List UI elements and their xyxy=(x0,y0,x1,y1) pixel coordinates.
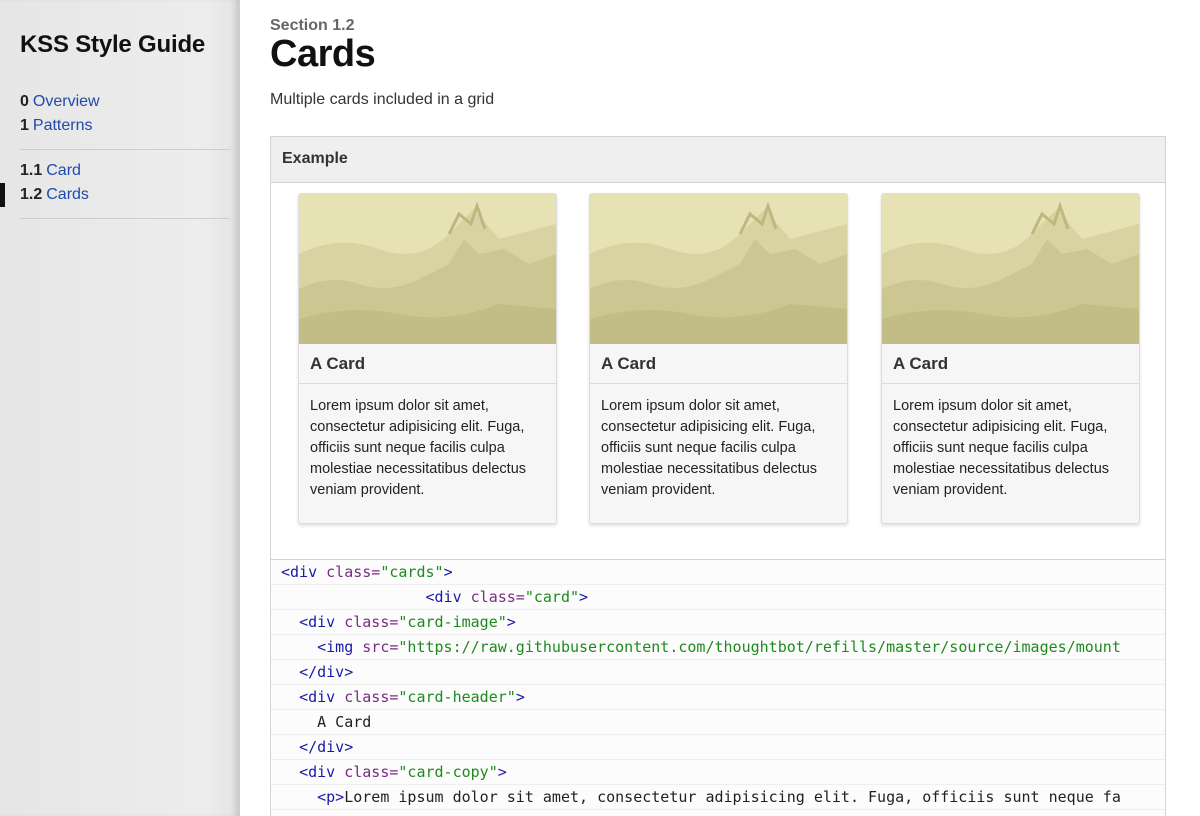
code-token-tag: <p> xyxy=(317,788,345,806)
code-token-tag: > xyxy=(497,763,507,781)
code-token-tag: > xyxy=(515,688,525,706)
nav-link-card[interactable]: Card xyxy=(46,162,81,179)
nav-item-number: 0 xyxy=(20,93,29,110)
code-token-tag: > xyxy=(443,563,453,581)
nav-item-patterns[interactable]: 1 Patterns xyxy=(20,116,230,140)
code-token-str: "card-header" xyxy=(398,688,516,706)
code-token-str: "card-copy" xyxy=(398,763,498,781)
code-line: A Card xyxy=(271,710,1165,735)
card: A Card Lorem ipsum dolor sit amet, conse… xyxy=(298,193,557,524)
section-description: Multiple cards included in a grid xyxy=(270,91,495,108)
card-image xyxy=(882,194,1139,344)
example-panel: Example A Card Lorem ipsum dolor sit ame xyxy=(270,136,1166,560)
card-header: A Card xyxy=(299,344,556,384)
code-token-attr: class= xyxy=(344,688,399,706)
brand-title[interactable]: KSS Style Guide xyxy=(20,31,205,59)
code-line: <div class="card-image"> xyxy=(271,610,1165,635)
code-line: <div class="card-copy"> xyxy=(271,760,1165,785)
code-token-str: "card" xyxy=(524,588,580,606)
nav-item-card[interactable]: 1.1 Card xyxy=(20,161,230,185)
sidebar: KSS Style Guide 0 Overview 1 Patterns 1.1 C… xyxy=(0,0,240,816)
code-token-tag: <div xyxy=(281,563,327,581)
code-token-tag: <div xyxy=(425,588,471,606)
code-token-tag: > xyxy=(579,588,589,606)
code-token-text: Lorem ipsum dolor sit amet, consectetur … xyxy=(344,788,1121,806)
code-sample[interactable]: <div class="cards"> <div class="card"> <… xyxy=(270,559,1166,816)
nav-divider xyxy=(20,218,230,219)
nav-item-cards[interactable]: 1.2 Cards xyxy=(0,183,230,209)
nav-sub-level: 1.1 Card 1.2 Cards xyxy=(0,161,230,209)
nav-link-overview[interactable]: Overview xyxy=(33,93,100,110)
card-copy: Lorem ipsum dolor sit amet, consectetur … xyxy=(601,398,818,498)
code-token-str: "cards" xyxy=(380,563,444,581)
nav-item-number: 1.1 xyxy=(20,162,43,179)
code-token-attr: src= xyxy=(362,638,399,656)
card-image xyxy=(299,194,556,344)
code-line: <div class="cards"> xyxy=(271,560,1165,585)
main-content: Section 1.2 Cards Multiple cards include… xyxy=(270,0,1200,816)
card-image xyxy=(590,194,847,344)
code-token-tag: <img xyxy=(317,638,363,656)
code-token-attr: class= xyxy=(344,763,399,781)
mountain-landscape-image xyxy=(882,194,1139,344)
code-token-str: "https://raw.githubusercontent.com/thoug… xyxy=(398,638,1121,656)
card: A Card Lorem ipsum dolor sit amet, conse… xyxy=(881,193,1140,524)
card-copy: Lorem ipsum dolor sit amet, consectetur … xyxy=(310,398,527,498)
example-header: Example xyxy=(271,137,1165,183)
nav-link-patterns[interactable]: Patterns xyxy=(33,117,93,134)
code-line: <div class="card-header"> xyxy=(271,685,1165,710)
code-token-str: "card-image" xyxy=(398,613,507,631)
styleguide-app: KSS Style Guide 0 Overview 1 Patterns 1.1 C… xyxy=(0,0,1200,816)
code-token-tag: <div xyxy=(299,763,345,781)
code-token-attr: class= xyxy=(326,563,381,581)
page-title: Cards xyxy=(270,33,376,75)
card-header: A Card xyxy=(882,344,1139,384)
nav-divider xyxy=(20,149,230,150)
card-header: A Card xyxy=(590,344,847,384)
card-copy: Lorem ipsum dolor sit amet, consectetur … xyxy=(893,398,1110,498)
code-token-tag: </div> xyxy=(299,738,354,756)
active-nav-marker xyxy=(0,183,5,207)
code-line: </div> xyxy=(271,660,1165,685)
code-line: </div> xyxy=(271,735,1165,760)
mountain-landscape-image xyxy=(299,194,556,344)
code-token-text: A Card xyxy=(317,713,372,731)
nav-item-number: 1.2 xyxy=(20,186,43,203)
mountain-landscape-image xyxy=(590,194,847,344)
nav-top-level: 0 Overview 1 Patterns xyxy=(20,92,230,140)
cards-grid: A Card Lorem ipsum dolor sit amet, conse… xyxy=(271,182,1167,562)
code-token-tag: </div> xyxy=(299,663,354,681)
code-token-tag: <div xyxy=(299,688,345,706)
code-token-tag: <div xyxy=(299,613,345,631)
code-token-tag: > xyxy=(506,613,516,631)
code-token-attr: class= xyxy=(470,588,525,606)
nav-item-overview[interactable]: 0 Overview xyxy=(20,92,230,116)
nav-item-number: 1 xyxy=(20,117,29,134)
code-line: <img src="https://raw.githubusercontent.… xyxy=(271,635,1165,660)
code-token-attr: class= xyxy=(344,613,399,631)
nav-link-cards[interactable]: Cards xyxy=(46,186,89,203)
card: A Card Lorem ipsum dolor sit amet, conse… xyxy=(589,193,848,524)
code-line: <p>Lorem ipsum dolor sit amet, consectet… xyxy=(271,785,1165,810)
code-line: <div class="card"> xyxy=(271,585,1165,610)
